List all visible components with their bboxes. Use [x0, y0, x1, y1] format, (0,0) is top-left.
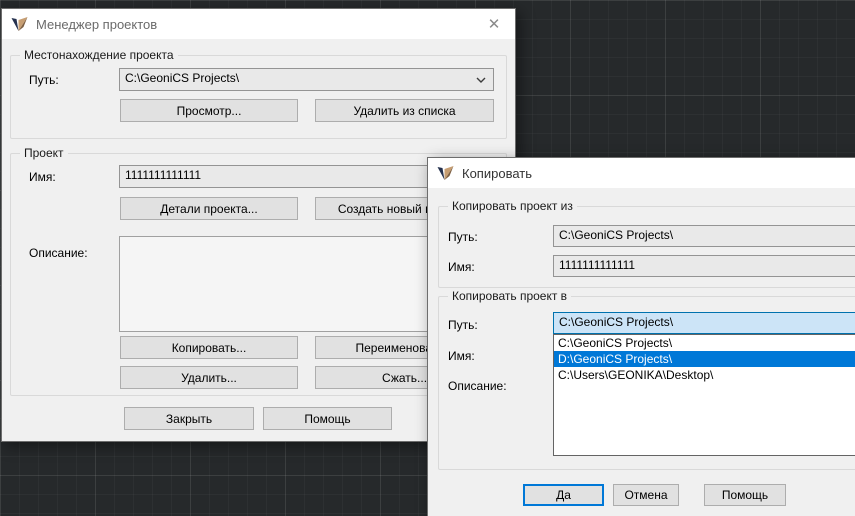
location-group-label: Местонахождение проекта [20, 48, 178, 62]
copy-to-group-label: Копировать проект в [448, 289, 571, 303]
close-icon[interactable]: ✕ [473, 9, 515, 39]
yes-button-label: Да [556, 488, 571, 502]
dialog-title: Менеджер проектов [36, 17, 157, 32]
from-path-value: C:\GeoniCS Projects\ [559, 228, 673, 242]
name-label: Имя: [29, 170, 56, 184]
path-combobox[interactable]: C:\GeoniCS Projects\ [119, 68, 494, 91]
browse-button-label: Просмотр... [177, 104, 242, 118]
dropdown-option-selected[interactable]: D:\GeoniCS Projects\ [554, 351, 855, 367]
path-dropdown-list: C:\GeoniCS Projects\ D:\GeoniCS Projects… [553, 334, 855, 456]
autocad-workspace-background: Менеджер проектов ✕ Местонахождение прое… [0, 0, 855, 516]
chevron-down-icon [476, 77, 486, 83]
close-dialog-button[interactable]: Закрыть [124, 407, 254, 430]
geonics-logo-icon [437, 166, 454, 181]
project-details-button[interactable]: Детали проекта... [120, 197, 298, 220]
delete-project-button[interactable]: Удалить... [120, 366, 298, 389]
geonics-logo-icon [11, 17, 28, 32]
to-path-label: Путь: [448, 318, 478, 332]
copy-help-button-label: Помощь [722, 488, 768, 502]
from-name-label: Имя: [448, 260, 475, 274]
dropdown-option[interactable]: C:\Users\GEONIKA\Desktop\ [554, 367, 855, 383]
details-button-label: Детали проекта... [160, 202, 257, 216]
to-name-label: Имя: [448, 349, 475, 363]
remove-button-label: Удалить из списка [353, 104, 455, 118]
help-button-label: Помощь [304, 412, 350, 426]
copy-from-group-label: Копировать проект из [448, 199, 577, 213]
to-path-combobox[interactable]: C:\GeoniCS Projects\ [553, 312, 855, 334]
to-description-label: Описание: [448, 379, 507, 393]
project-manager-titlebar: Менеджер проектов ✕ [2, 9, 515, 39]
from-name-field[interactable]: 1111111111111 [553, 255, 855, 277]
description-label: Описание: [29, 246, 88, 260]
cancel-button[interactable]: Отмена [613, 484, 679, 506]
compress-button-label: Сжать... [382, 371, 427, 385]
yes-button[interactable]: Да [523, 484, 604, 506]
to-path-combobox-value: C:\GeoniCS Projects\ [559, 315, 673, 329]
help-button[interactable]: Помощь [263, 407, 392, 430]
copy-dialog-titlebar: Копировать [428, 158, 855, 188]
dialog-title: Копировать [462, 166, 532, 181]
cancel-button-label: Отмена [624, 488, 667, 502]
from-name-value: 1111111111111 [559, 258, 635, 272]
from-path-label: Путь: [448, 230, 478, 244]
copy-help-button[interactable]: Помощь [704, 484, 786, 506]
remove-from-list-button[interactable]: Удалить из списка [315, 99, 494, 122]
copy-project-dialog: Копировать Копировать проект из Путь: C:… [427, 157, 855, 516]
path-combobox-value: C:\GeoniCS Projects\ [125, 71, 239, 85]
from-path-field[interactable]: C:\GeoniCS Projects\ [553, 225, 855, 247]
copy-button-label: Копировать... [172, 341, 247, 355]
project-group-label: Проект [20, 146, 68, 160]
browse-button[interactable]: Просмотр... [120, 99, 298, 122]
delete-button-label: Удалить... [181, 371, 237, 385]
close-dialog-button-label: Закрыть [166, 412, 212, 426]
project-name-value: 1111111111111 [125, 168, 201, 182]
path-label: Путь: [29, 73, 59, 87]
dropdown-option[interactable]: C:\GeoniCS Projects\ [554, 335, 855, 351]
copy-project-button[interactable]: Копировать... [120, 336, 298, 359]
